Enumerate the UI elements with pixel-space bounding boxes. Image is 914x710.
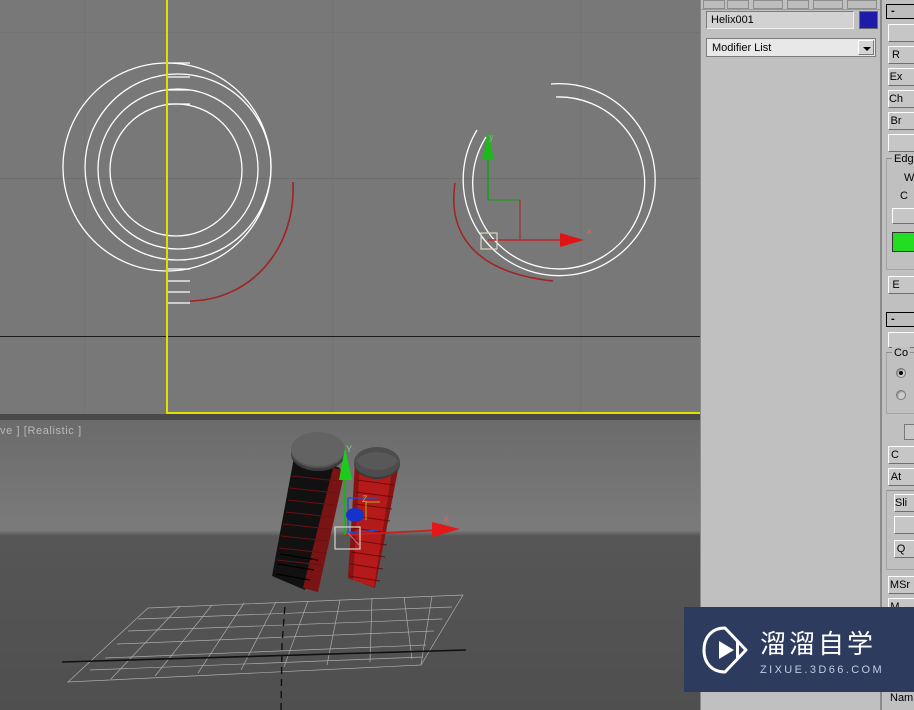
constraints-radio-1[interactable] <box>896 368 906 378</box>
tab-utilities[interactable] <box>847 0 877 9</box>
right-button-msmooth[interactable]: MSr <box>888 576 914 594</box>
perspective-scene: Y X Z <box>61 432 467 710</box>
edge-color-swatch[interactable] <box>892 232 914 252</box>
svg-text:X: X <box>443 515 449 525</box>
constraints-radio-2[interactable] <box>896 390 906 400</box>
svg-text:y: y <box>489 132 494 142</box>
viewport-area: x y Y X Z ve] [Realistic] <box>0 0 700 710</box>
right-button-extrude[interactable]: Ex <box>888 68 914 86</box>
edit-edges-row-2-label: C <box>900 190 908 202</box>
transform-gizmo-top[interactable]: x y <box>0 0 700 414</box>
tab-motion[interactable] <box>787 0 809 9</box>
svg-text:Y: Y <box>346 444 352 454</box>
rollout-header-edit-edges[interactable]: - <box>886 4 914 19</box>
right-button-e[interactable]: E <box>888 276 914 294</box>
right-button-blank-2[interactable] <box>888 134 914 152</box>
chevron-down-icon[interactable] <box>858 40 874 55</box>
play-logo-icon <box>702 626 748 673</box>
right-button-attach[interactable]: At <box>888 468 914 486</box>
watermark-title-en: ZIXUE.3D66.COM <box>760 663 885 676</box>
modifier-list-label: Modifier List <box>712 42 772 54</box>
edit-edges-row-1-label: W <box>904 172 914 184</box>
right-button-chamfer[interactable]: Ch <box>888 90 914 108</box>
collapse-icon[interactable]: - <box>891 5 895 17</box>
tab-display[interactable] <box>813 0 843 9</box>
right-button-collapse[interactable]: C <box>888 446 914 464</box>
radio-dot <box>896 390 906 400</box>
right-button-blank-3[interactable] <box>892 208 914 224</box>
constraints-group-label: Co <box>892 347 911 359</box>
right-button-blank-1[interactable] <box>888 24 914 42</box>
watermark-overlay: 溜溜自学 ZIXUE.3D66.COM <box>684 607 914 692</box>
svg-text:x: x <box>587 226 592 236</box>
secondary-command-panel: - R Ex Ch Br Edg W C E - Co C At Sli Q M… <box>880 0 914 710</box>
rollout-header-edit-geometry[interactable]: - <box>886 312 914 327</box>
3ds-max-window: x y Y X Z ve] [Realistic] Helix001 Mod… <box>0 0 914 710</box>
perspective-viewport[interactable]: Y X Z <box>0 420 700 710</box>
collapse-icon[interactable]: - <box>891 313 895 325</box>
right-button-bridge[interactable]: Br <box>888 112 914 130</box>
radio-dot <box>896 368 906 378</box>
right-button-blank-5[interactable] <box>894 516 914 534</box>
watermark-title-cn: 溜溜自学 <box>760 629 877 660</box>
right-field-blank[interactable] <box>904 424 914 440</box>
object-color-swatch[interactable] <box>859 11 878 29</box>
modifier-list-dropdown[interactable]: Modifier List <box>706 38 876 57</box>
viewport-label[interactable]: ve ] [Realistic ] <box>0 425 82 437</box>
svg-text:Z: Z <box>362 494 368 504</box>
constraints-group <box>886 352 914 414</box>
right-named-selection-label: Nam <box>890 692 914 704</box>
right-button-quickslice[interactable]: Q <box>894 540 914 558</box>
command-panel: Helix001 Modifier List Edit Poly Extrude… <box>700 0 881 710</box>
top-orthographic-viewport[interactable]: x y <box>0 0 700 414</box>
command-panel-tabs <box>701 0 881 10</box>
tab-hierarchy[interactable] <box>753 0 783 9</box>
object-name-row: Helix001 <box>706 11 878 29</box>
tab-create[interactable] <box>703 0 725 9</box>
tab-modify[interactable] <box>727 0 749 9</box>
right-button-blank-4[interactable] <box>888 332 914 348</box>
edit-edges-group-label: Edg <box>892 153 914 165</box>
object-name-field[interactable]: Helix001 <box>706 11 854 29</box>
right-button-slice-plane[interactable]: Sli <box>894 494 914 512</box>
right-button-remove[interactable]: R <box>888 46 914 64</box>
